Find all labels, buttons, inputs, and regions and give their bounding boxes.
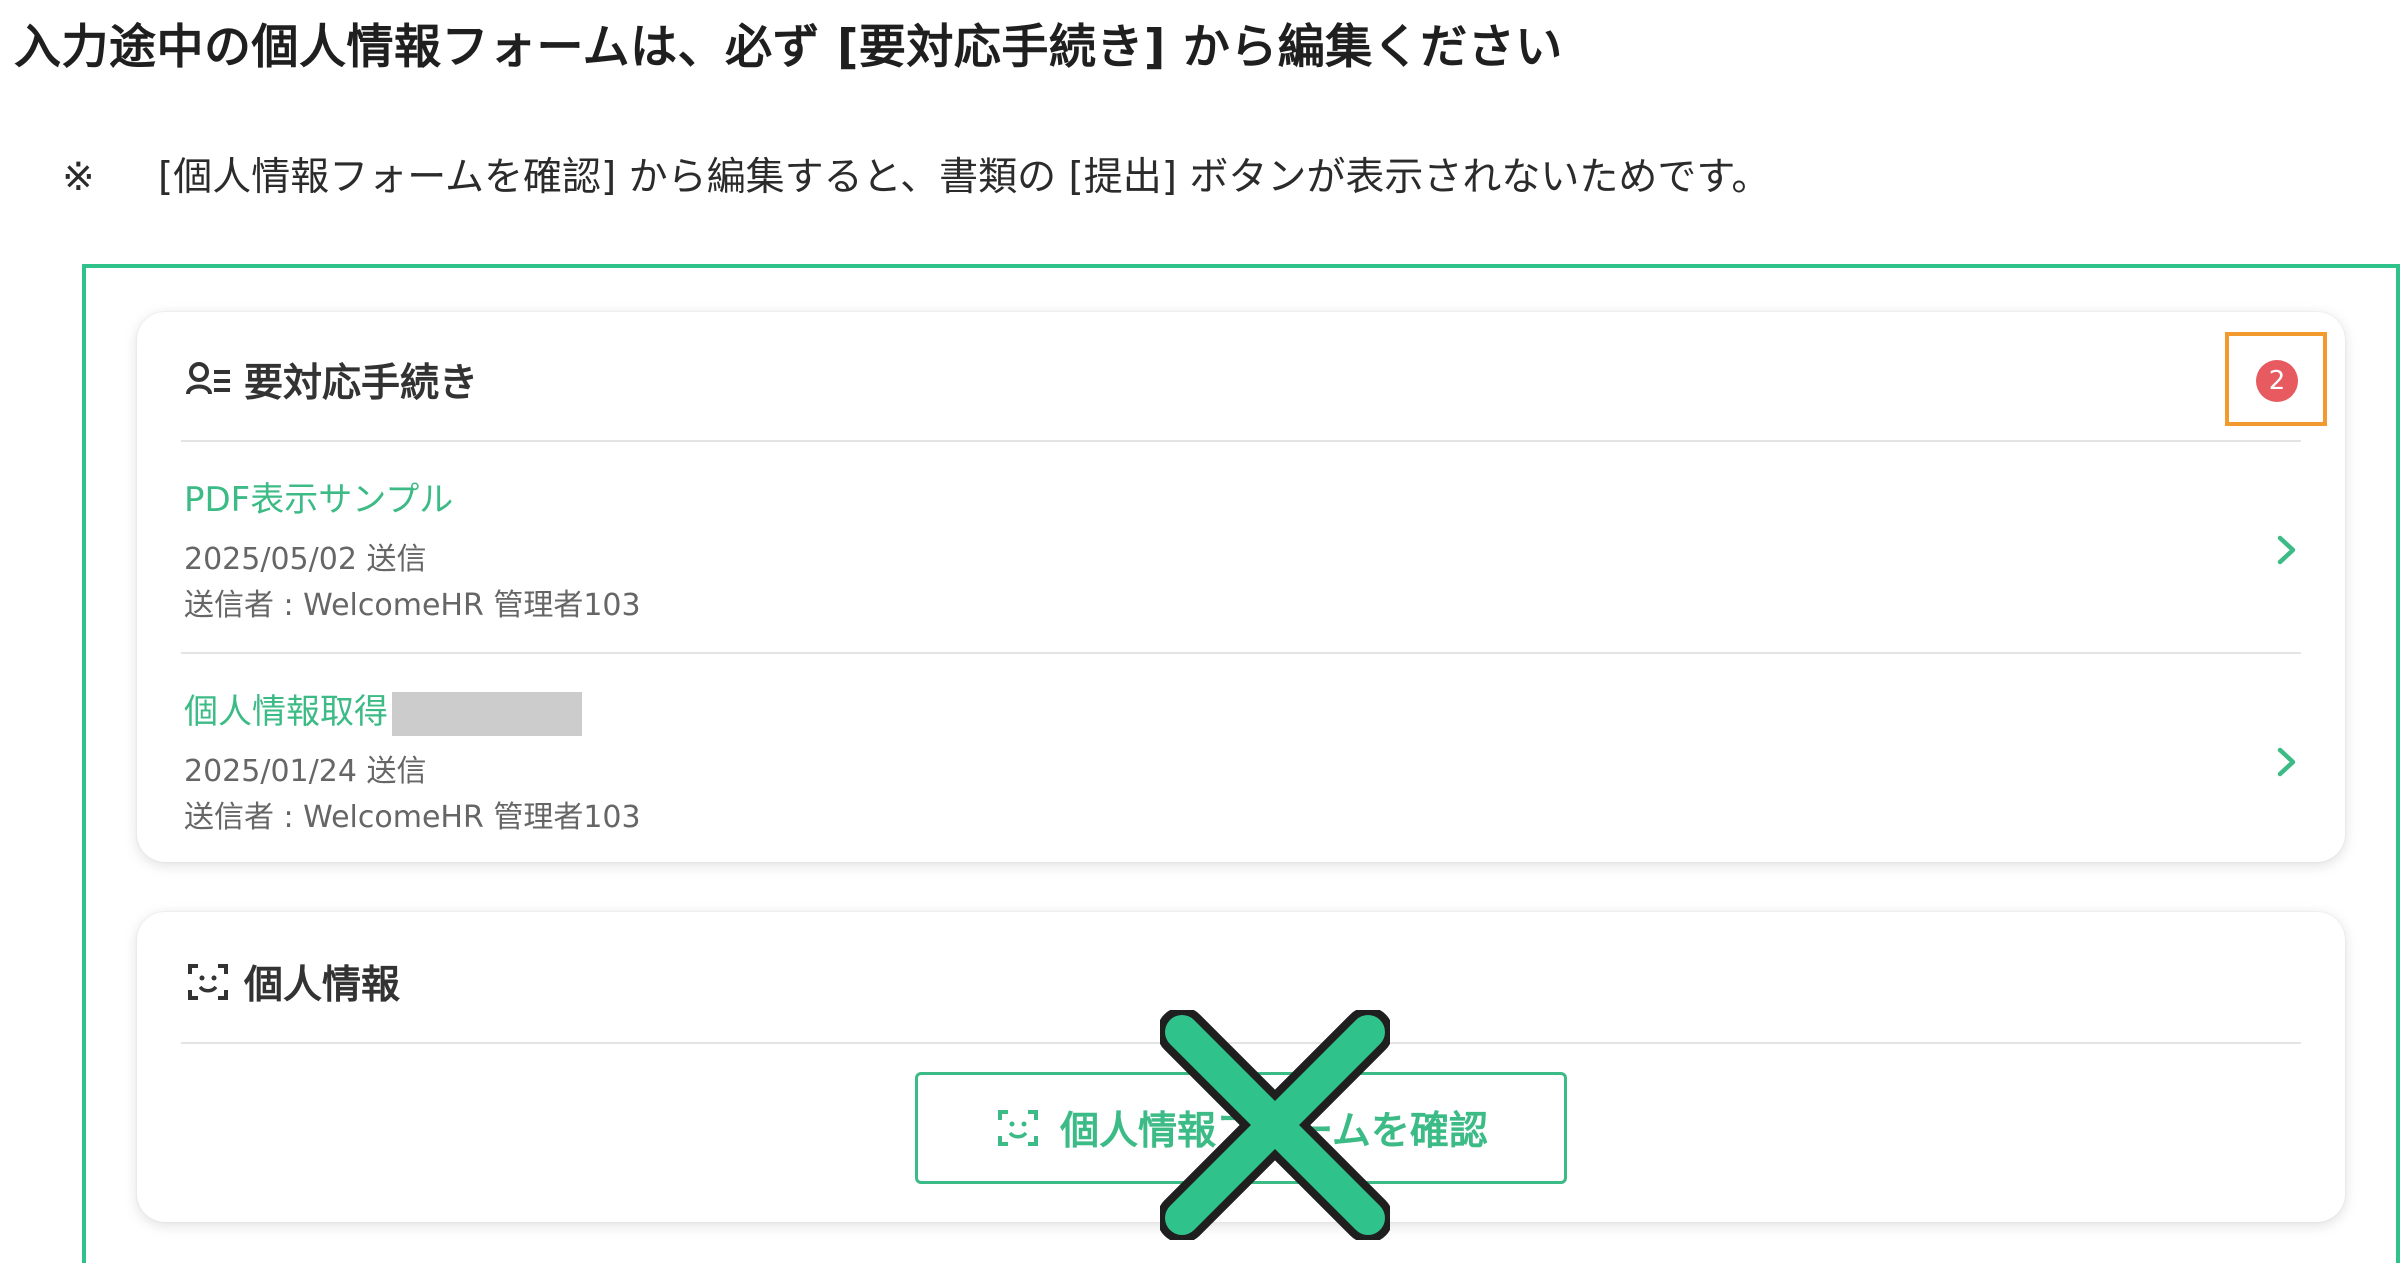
chevron-right-icon[interactable]: [2267, 742, 2307, 782]
redacted-block: [392, 691, 582, 736]
procedures-card-title: 要対応手続き: [184, 352, 478, 408]
personal-info-title-text: 個人情報: [244, 963, 401, 1008]
page: 入力途中の個人情報フォームは、必ず [要対応手続き] から編集ください ※ [個人…: [0, 0, 2400, 1263]
procedure-name: 個人情報取得: [184, 684, 582, 736]
divider: [181, 652, 2301, 654]
note-text: [個人情報フォームを確認] から編集すると、書類の [提出] ボタンが表示されな…: [158, 155, 1771, 200]
procedure-item[interactable]: 個人情報取得 2025/01/24 送信 送信者 : WelcomeHR 管理者…: [137, 684, 2345, 894]
procedure-name: PDF表示サンプル: [184, 480, 454, 520]
note-mark: ※: [62, 155, 95, 200]
pending-count-badge: 2: [2256, 360, 2298, 402]
procedures-title-text: 要対応手続き: [244, 361, 479, 406]
procedure-item[interactable]: PDF表示サンプル 2025/05/02 送信 送信者 : WelcomeHR …: [137, 472, 2345, 682]
procedure-sender: 送信者 : WelcomeHR 管理者103: [184, 800, 641, 835]
page-heading: 入力途中の個人情報フォームは、必ず [要対応手続き] から編集ください: [14, 20, 1563, 75]
user-list-icon: [186, 362, 230, 395]
divider: [181, 440, 2301, 442]
cross-mark-icon: [1160, 1010, 1390, 1240]
procedure-sender: 送信者 : WelcomeHR 管理者103: [184, 588, 641, 623]
face-scan-icon: [188, 964, 228, 1000]
procedure-date: 2025/05/02 送信: [184, 542, 427, 577]
procedure-date: 2025/01/24 送信: [184, 754, 427, 789]
note-line: ※ [個人情報フォームを確認] から編集すると、書類の [提出] ボタンが表示され…: [62, 146, 1770, 202]
chevron-right-icon[interactable]: [2267, 530, 2307, 570]
badge-highlight-box: 2: [2225, 332, 2327, 426]
face-scan-icon: [998, 1110, 1039, 1146]
procedures-card: 要対応手続き 2 PDF表示サンプル 2025/05/02 送信 送信者 : W…: [137, 312, 2345, 862]
procedure-name-text: 個人情報取得: [184, 692, 388, 732]
personal-info-card-title: 個人情報: [184, 954, 400, 1010]
